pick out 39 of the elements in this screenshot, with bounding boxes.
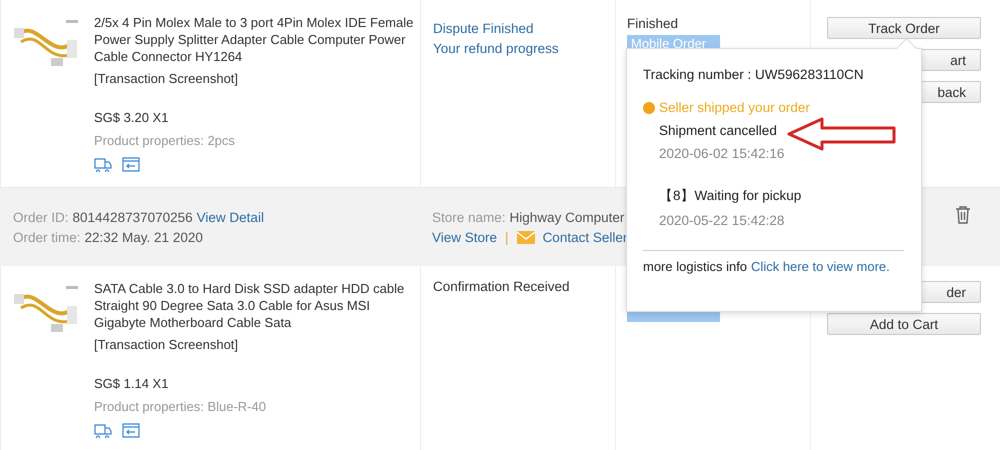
truck-icon[interactable] (94, 157, 112, 172)
order-time: 22:32 May. 21 2020 (84, 230, 203, 244)
contact-seller-link[interactable]: Contact Seller (542, 230, 628, 244)
event-time: 2020-06-02 15:42:16 (659, 146, 786, 161)
product-title[interactable]: SATA Cable 3.0 to Hard Disk SSD adapter HDD cable Straight 90 Degree Sata 3.0 Cable for Asus MSI Gigabyte Motherboard Cable Sata (94, 280, 416, 331)
return-box-icon[interactable] (122, 157, 140, 172)
view-more-link[interactable]: Click here to view more. (751, 259, 890, 274)
product-properties: Product properties: 2pcs (94, 132, 236, 149)
product-price: SG$ 1.14 X1 (94, 375, 170, 392)
dispute-link[interactable]: Your refund progress (433, 41, 615, 56)
order-id-label: Order ID: (13, 210, 69, 224)
event-time: 2020-05-22 15:42:28 (659, 213, 786, 228)
envelope-icon[interactable] (516, 230, 535, 244)
status-dot (643, 102, 655, 114)
shipping-status: Seller shipped your order (659, 100, 810, 115)
status-text: Confirmation Received (433, 279, 571, 294)
product-properties: Product properties: Blue-R-40 (94, 398, 267, 415)
trash-icon[interactable] (955, 206, 971, 224)
separator: | (505, 230, 509, 244)
product-price: SG$ 3.20 X1 (94, 109, 170, 126)
order-status: Finished (627, 16, 678, 31)
order-id: 8014428737070256 (72, 210, 193, 224)
transaction-screenshot-link[interactable]: [Transaction Screenshot] (94, 70, 416, 87)
action-button[interactable]: Track Order (827, 17, 981, 39)
view-store-link[interactable]: View Store (432, 230, 498, 244)
return-box-icon[interactable] (122, 423, 140, 438)
action-button[interactable]: Add to Cart (827, 313, 981, 335)
transaction-screenshot-link[interactable]: [Transaction Screenshot] (94, 336, 416, 353)
tracking-number: Tracking number : UW596283110CN (643, 67, 865, 82)
order-time-label: Order time: (13, 230, 81, 244)
tracking-event: 【8】Waiting for pickup (659, 187, 802, 205)
tracking-event: Shipment cancelled (659, 123, 778, 138)
truck-icon[interactable] (94, 423, 112, 438)
logistics-info-text: more logistics info (643, 259, 748, 274)
store-name-label: Store name: (432, 210, 506, 224)
view-detail-link[interactable]: View Detail (196, 210, 264, 224)
dispute-link[interactable]: Dispute Finished (433, 21, 615, 36)
product-title[interactable]: 2/5x 4 Pin Molex Male to 3 port 4Pin Molex IDE Female Power Supply Splitter Adapter Cable Computer Power Cable Connector HY1264 (94, 14, 416, 65)
store-name: Highway Computer (510, 210, 624, 224)
